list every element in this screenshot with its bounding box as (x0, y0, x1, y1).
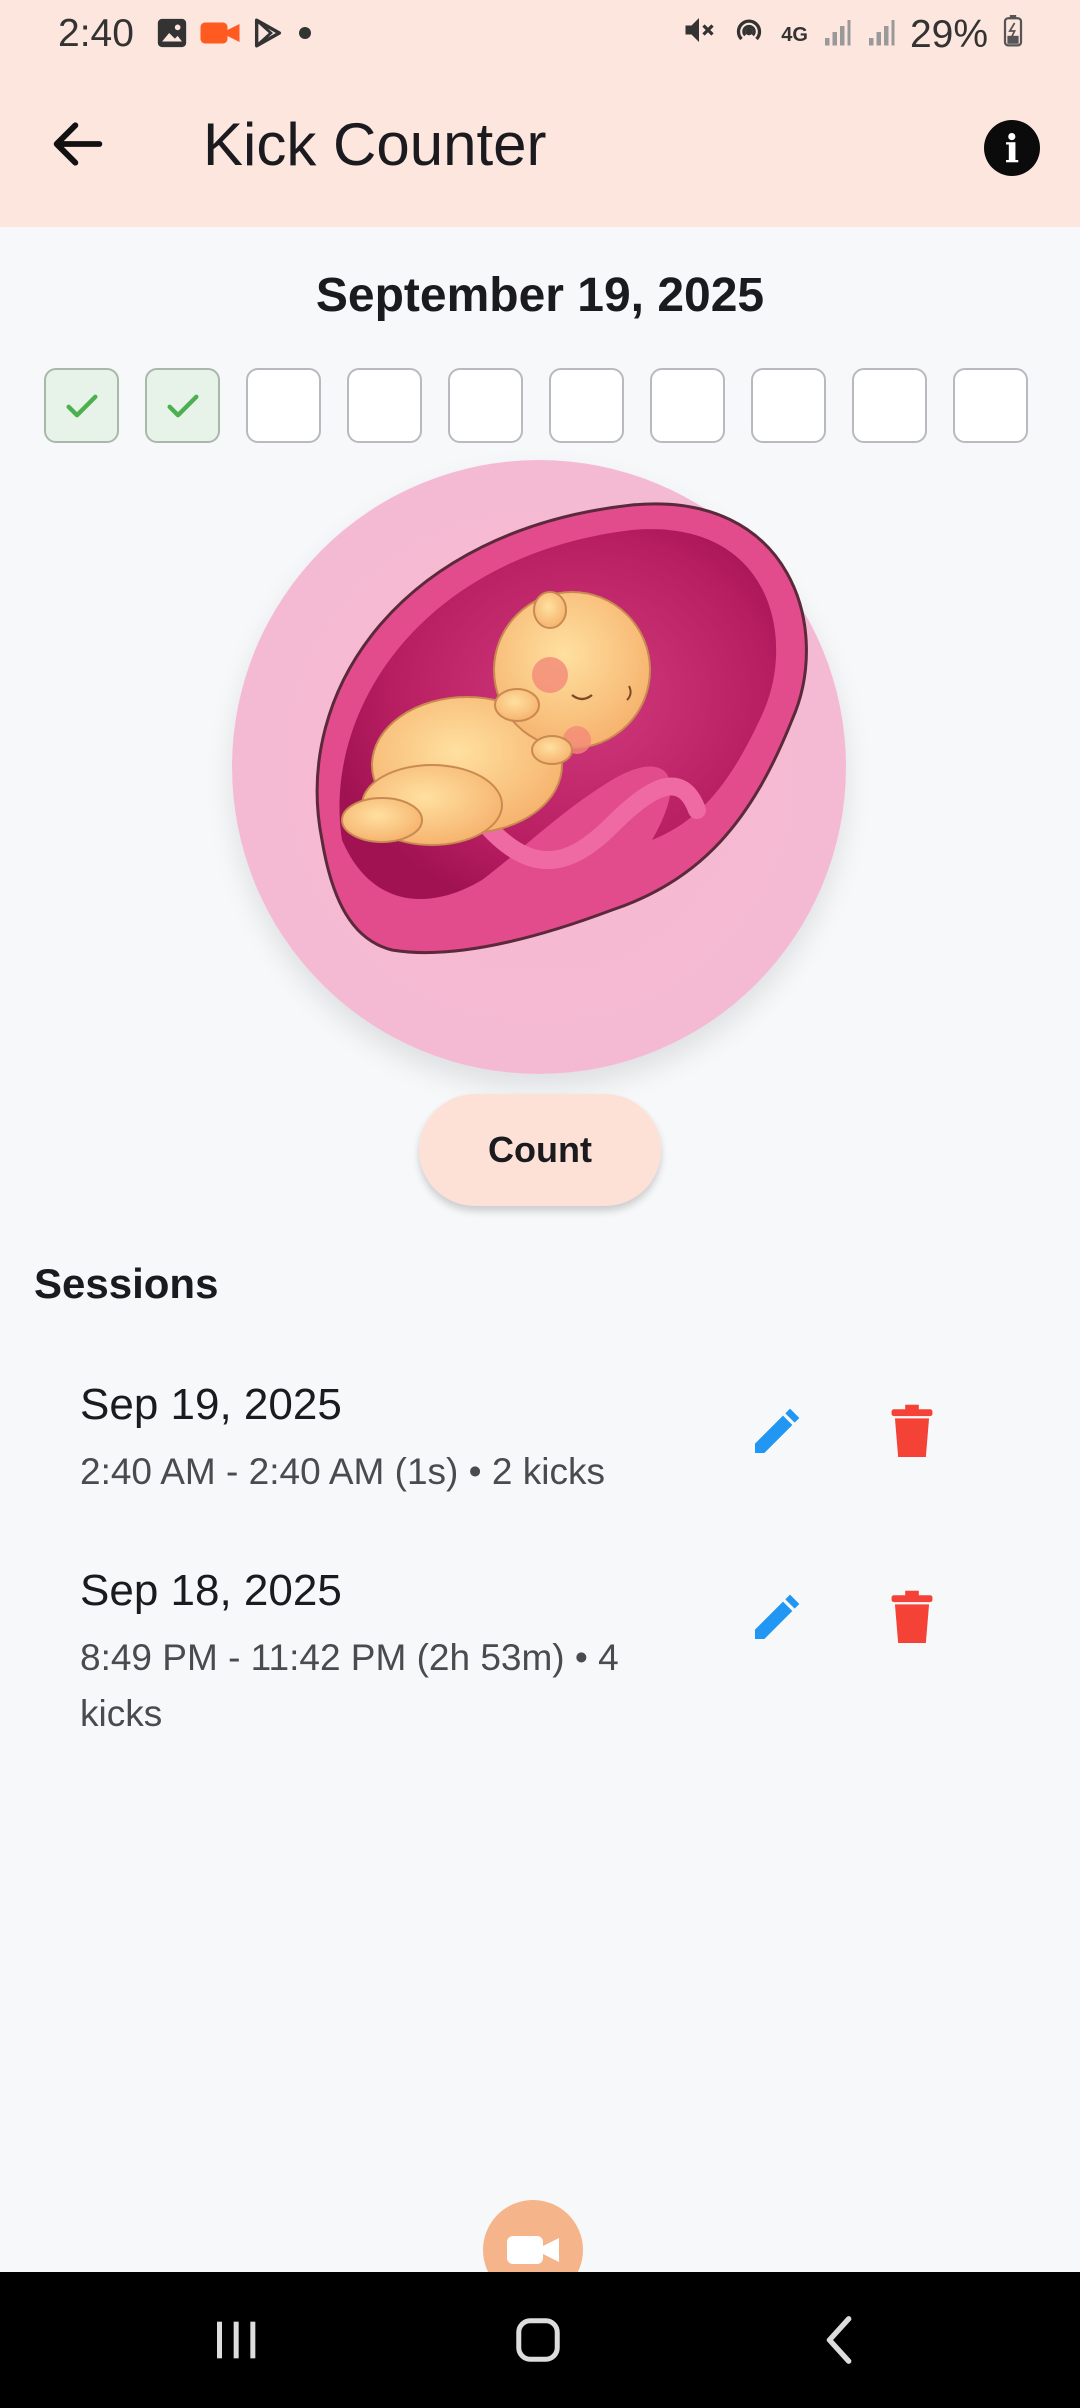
kick-box[interactable] (549, 368, 624, 443)
battery-percent: 29% (909, 13, 988, 56)
edit-button[interactable] (744, 1400, 808, 1464)
status-left-icons (155, 16, 315, 55)
app-header: 2:40 4G 29% Kick Counter i (0, 0, 1080, 227)
kick-boxes (44, 368, 1036, 448)
kick-box[interactable] (852, 368, 927, 443)
hotspot-icon (731, 12, 767, 58)
status-right-icons: 4G 29% (681, 12, 1024, 58)
back-button[interactable] (46, 112, 110, 176)
check-icon (66, 394, 98, 417)
count-button[interactable]: Count (419, 1094, 661, 1206)
home-icon (516, 2318, 560, 2362)
session-date: Sep 19, 2025 (80, 1380, 342, 1429)
fetus-illustration[interactable] (232, 460, 846, 1074)
status-time: 2:40 (58, 12, 134, 55)
status-bar: 2:40 4G 29% (0, 0, 1080, 70)
kick-box[interactable] (953, 368, 1028, 443)
trash-icon (891, 1404, 933, 1457)
arrow-left-icon (53, 122, 103, 166)
session-detail: 2:40 AM - 2:40 AM (1s) • 2 kicks (80, 1451, 605, 1492)
dot-icon (295, 23, 315, 48)
gallery-icon (155, 16, 189, 55)
kick-box[interactable] (44, 368, 119, 443)
session-item: Sep 19, 2025 2:40 AM - 2:40 AM (1s) • 2 … (0, 1380, 1080, 1560)
kick-box[interactable] (751, 368, 826, 443)
kick-box[interactable] (246, 368, 321, 443)
page-title: Kick Counter (203, 111, 547, 178)
trash-icon (891, 1590, 933, 1643)
recent-apps-button[interactable] (202, 2310, 272, 2370)
pencil-icon (755, 1408, 800, 1453)
play-store-icon (251, 16, 285, 55)
info-button[interactable]: i (984, 120, 1040, 176)
baby-in-womb-icon (232, 460, 846, 1074)
pencil-icon (755, 1594, 800, 1639)
delete-button[interactable] (880, 1400, 944, 1464)
home-button[interactable] (503, 2310, 573, 2370)
session-date: Sep 18, 2025 (80, 1566, 342, 1615)
kick-box[interactable] (145, 368, 220, 443)
date-title: September 19, 2025 (315, 269, 765, 322)
delete-button[interactable] (880, 1586, 944, 1650)
battery-icon (1002, 13, 1024, 57)
system-nav-bar (0, 2272, 1080, 2408)
recent-apps-icon (217, 2321, 256, 2359)
edit-button[interactable] (744, 1586, 808, 1650)
session-item: Sep 18, 2025 8:49 PM - 11:42 PM (2h 53m)… (0, 1566, 1080, 1746)
mute-icon (681, 12, 717, 58)
signal-icon (822, 13, 852, 57)
nav-back-button[interactable] (806, 2310, 876, 2370)
kick-box[interactable] (347, 368, 422, 443)
kick-box[interactable] (650, 368, 725, 443)
check-icon (167, 394, 198, 417)
signal-icon (866, 13, 896, 57)
info-icon: i (1004, 125, 1020, 171)
network-4g-icon: 4G (781, 24, 808, 46)
network-label: 4G (781, 24, 808, 46)
kick-box[interactable] (448, 368, 523, 443)
back-icon (826, 2316, 852, 2364)
video-camera-icon (507, 2236, 559, 2264)
session-detail: 8:49 PM - 11:42 PM (2h 53m) • 4 kicks (80, 1637, 619, 1734)
sessions-title: Sessions (34, 1260, 219, 1307)
video-recorder-icon (199, 18, 241, 53)
